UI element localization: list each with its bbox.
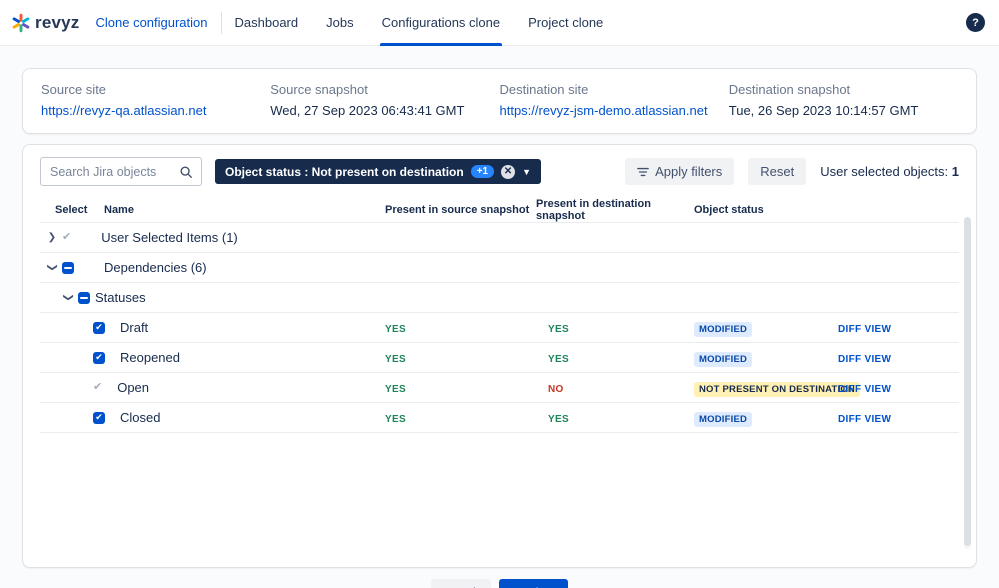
nav-item-jobs[interactable]: Jobs <box>326 0 353 46</box>
row-checkbox[interactable]: ✔ <box>93 411 105 424</box>
header-source: Present in source snapshot <box>385 203 530 216</box>
review-label: Review <box>512 585 555 588</box>
group-checkbox[interactable] <box>62 261 74 274</box>
source-site-field: Source site https://revyz-qa.atlassian.n… <box>41 82 270 118</box>
filter-chip-label: Object status : Not present on destinati… <box>225 164 464 179</box>
table-body: ❯ ✔ User Selected Items (1) ❯ Dependenci… <box>40 223 959 461</box>
object-status-badge: MODIFIED <box>694 321 753 337</box>
row-name: Closed <box>120 410 161 425</box>
nav-items: Dashboard Jobs Configurations clone Proj… <box>235 0 603 46</box>
apply-filters-button[interactable]: Apply filters <box>625 158 735 185</box>
header-name: Name <box>104 203 134 216</box>
destination-snapshot-field: Destination snapshot Tue, 26 Sep 2023 10… <box>729 82 958 118</box>
table-row-closed[interactable]: ✔ Closed YES YES MODIFIED DIFF VIEW <box>40 403 959 433</box>
chevron-down-icon[interactable]: ❯ <box>63 293 74 303</box>
table-row-open[interactable]: ✔ Open YES NO NOT PRESENT ON DESTINATION… <box>40 373 959 403</box>
page-content: Source site https://revyz-qa.atlassian.n… <box>0 46 999 588</box>
source-snapshot-field: Source snapshot Wed, 27 Sep 2023 06:43:4… <box>270 82 499 118</box>
destination-site-link[interactable]: https://revyz-jsm-demo.atlassian.net <box>500 103 729 118</box>
group-checkbox[interactable]: ✔ <box>62 232 71 243</box>
diff-view-link[interactable]: DIFF VIEW <box>838 414 891 425</box>
scrollbar-thumb[interactable] <box>964 217 971 546</box>
search-icon <box>179 165 193 179</box>
group-row-user-selected-items[interactable]: ❯ ✔ User Selected Items (1) <box>40 223 959 253</box>
back-button[interactable]: ‹ Back <box>430 579 492 588</box>
diff-view-link[interactable]: DIFF VIEW <box>838 384 891 395</box>
nav-item-project-clone[interactable]: Project clone <box>528 0 603 46</box>
present-in-destination-value: YES <box>548 413 569 425</box>
snapshot-info-card: Source site https://revyz-qa.atlassian.n… <box>22 68 977 134</box>
present-in-source-value: YES <box>385 413 406 425</box>
review-button[interactable]: Review <box>499 579 569 588</box>
source-site-link[interactable]: https://revyz-qa.atlassian.net <box>41 103 270 118</box>
selected-objects-label: User selected objects: <box>820 164 949 179</box>
revyz-logo-icon <box>10 12 32 34</box>
filter-chip-chevron-down-icon[interactable]: ▼ <box>522 167 531 177</box>
object-status-filter-chip[interactable]: Object status : Not present on destinati… <box>215 159 542 184</box>
filter-icon <box>637 166 649 178</box>
nav-divider <box>220 11 222 34</box>
header-destination: Present in destination snapshot <box>536 197 651 222</box>
row-name: Open <box>117 380 150 395</box>
row-checkbox[interactable]: ✔ <box>93 351 105 364</box>
apply-filters-label: Apply filters <box>655 164 723 179</box>
brand[interactable]: revyz <box>10 12 79 34</box>
destination-snapshot-label: Destination snapshot <box>728 82 851 97</box>
nav-clone-configuration-link[interactable]: Clone configuration <box>95 15 207 30</box>
source-site-label: Source site <box>41 82 107 97</box>
present-in-destination-value: YES <box>548 353 569 365</box>
source-snapshot-value: Wed, 27 Sep 2023 06:43:41 GMT <box>270 103 465 118</box>
table-row-reopened[interactable]: ✔ Reopened YES YES MODIFIED DIFF VIEW <box>40 343 959 373</box>
header-select: Select <box>55 203 88 216</box>
nav-item-dashboard[interactable]: Dashboard <box>235 0 299 46</box>
reset-label: Reset <box>760 164 795 179</box>
search-input[interactable] <box>50 164 179 179</box>
top-navbar: revyz Clone configuration Dashboard Jobs… <box>0 0 999 46</box>
selected-objects-value: 1 <box>951 164 959 179</box>
destination-snapshot-value: Tue, 26 Sep 2023 10:14:57 GMT <box>728 103 919 118</box>
object-status-badge: MODIFIED <box>694 351 753 367</box>
source-snapshot-label: Source snapshot <box>270 82 368 97</box>
objects-toolbar: Object status : Not present on destinati… <box>40 145 959 197</box>
reset-button[interactable]: Reset <box>748 158 807 185</box>
toolbar-right: Apply filters Reset User selected object… <box>625 158 959 185</box>
group-name: Dependencies (6) <box>104 260 207 275</box>
present-in-source-value: YES <box>385 383 406 395</box>
filter-chip-clear-icon[interactable]: ✕ <box>501 164 516 179</box>
destination-site-field: Destination site https://revyz-jsm-demo.… <box>500 82 729 118</box>
group-name: Statuses <box>95 290 146 305</box>
back-label: Back <box>451 585 480 588</box>
present-in-source-value: YES <box>385 323 406 335</box>
group-name: User Selected Items (1) <box>101 230 238 245</box>
nav-item-configurations-clone[interactable]: Configurations clone <box>379 0 502 46</box>
search-box[interactable] <box>40 157 202 186</box>
table-row-draft[interactable]: ✔ Draft YES YES MODIFIED DIFF VIEW <box>40 313 959 343</box>
row-checkbox[interactable]: ✔ <box>93 382 102 393</box>
diff-view-link[interactable]: DIFF VIEW <box>838 354 891 365</box>
chevron-right-icon[interactable]: ❯ <box>47 232 57 243</box>
row-name: Reopened <box>120 350 180 365</box>
vertical-scrollbar[interactable] <box>964 217 971 549</box>
chevron-down-icon[interactable]: ❯ <box>47 263 58 273</box>
brand-name: revyz <box>35 12 80 32</box>
destination-site-label: Destination site <box>499 82 589 97</box>
object-status-badge: MODIFIED <box>694 411 753 427</box>
footer-actions: ‹ Back Review <box>22 579 977 588</box>
header-object-status: Object status <box>694 203 764 216</box>
present-in-destination-value: NO <box>548 383 564 395</box>
row-name: Draft <box>120 320 149 335</box>
help-icon[interactable]: ? <box>966 13 985 32</box>
present-in-destination-value: YES <box>548 323 569 335</box>
present-in-source-value: YES <box>385 353 406 365</box>
group-row-statuses[interactable]: ❯ Statuses <box>40 283 959 313</box>
user-selected-objects-count: User selected objects: 1 <box>820 164 959 179</box>
filter-chip-extra-count-badge: +1 <box>470 165 495 178</box>
group-row-dependencies[interactable]: ❯ Dependencies (6) <box>40 253 959 283</box>
group-checkbox[interactable] <box>78 291 90 304</box>
objects-card: Object status : Not present on destinati… <box>22 144 977 568</box>
row-checkbox[interactable]: ✔ <box>93 321 105 334</box>
diff-view-link[interactable]: DIFF VIEW <box>838 324 891 335</box>
table-header-row: Select Name Present in source snapshot P… <box>40 197 959 223</box>
